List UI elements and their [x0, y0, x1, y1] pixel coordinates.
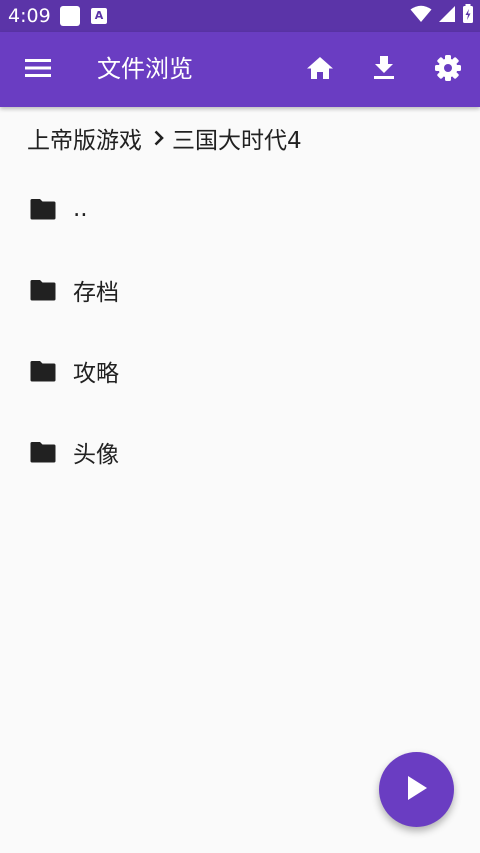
list-item[interactable]: .. [0, 168, 480, 249]
play-button[interactable] [379, 752, 454, 827]
file-name: 攻略 [73, 360, 119, 387]
square-icon [60, 6, 80, 26]
wifi-icon [410, 5, 432, 27]
status-bar: 4:09 A [0, 0, 480, 32]
play-icon [405, 774, 429, 806]
breadcrumb: 上帝版游戏 三国大时代4 [27, 118, 302, 158]
breadcrumb-item-root[interactable]: 上帝版游戏 [27, 121, 142, 155]
battery-icon [462, 4, 474, 28]
folder-icon [30, 441, 56, 463]
menu-button[interactable] [18, 50, 58, 90]
settings-icon [434, 54, 462, 86]
home-button[interactable] [300, 50, 340, 90]
chevron-right-icon [154, 130, 164, 146]
app-bar: 文件浏览 [0, 32, 480, 107]
list-item[interactable]: 头像 [0, 411, 480, 492]
status-time: 4:09 [8, 5, 51, 27]
signal-icon [438, 5, 456, 27]
home-icon [306, 56, 334, 84]
folder-icon [30, 360, 56, 382]
download-button[interactable] [364, 50, 404, 90]
file-name: 存档 [73, 279, 119, 306]
page-title: 文件浏览 [97, 55, 193, 83]
folder-icon [30, 279, 56, 301]
settings-button[interactable] [428, 50, 468, 90]
file-name: 头像 [73, 441, 119, 468]
download-icon [373, 55, 395, 85]
file-list: .. 存档 攻略 头像 [0, 168, 480, 492]
folder-icon [30, 198, 56, 220]
app-a-icon: A [91, 8, 107, 24]
menu-icon [25, 58, 51, 82]
list-item[interactable]: 存档 [0, 249, 480, 330]
breadcrumb-item-current[interactable]: 三国大时代4 [172, 121, 302, 155]
file-name: .. [73, 195, 88, 222]
status-icons [410, 4, 474, 28]
list-item[interactable]: 攻略 [0, 330, 480, 411]
